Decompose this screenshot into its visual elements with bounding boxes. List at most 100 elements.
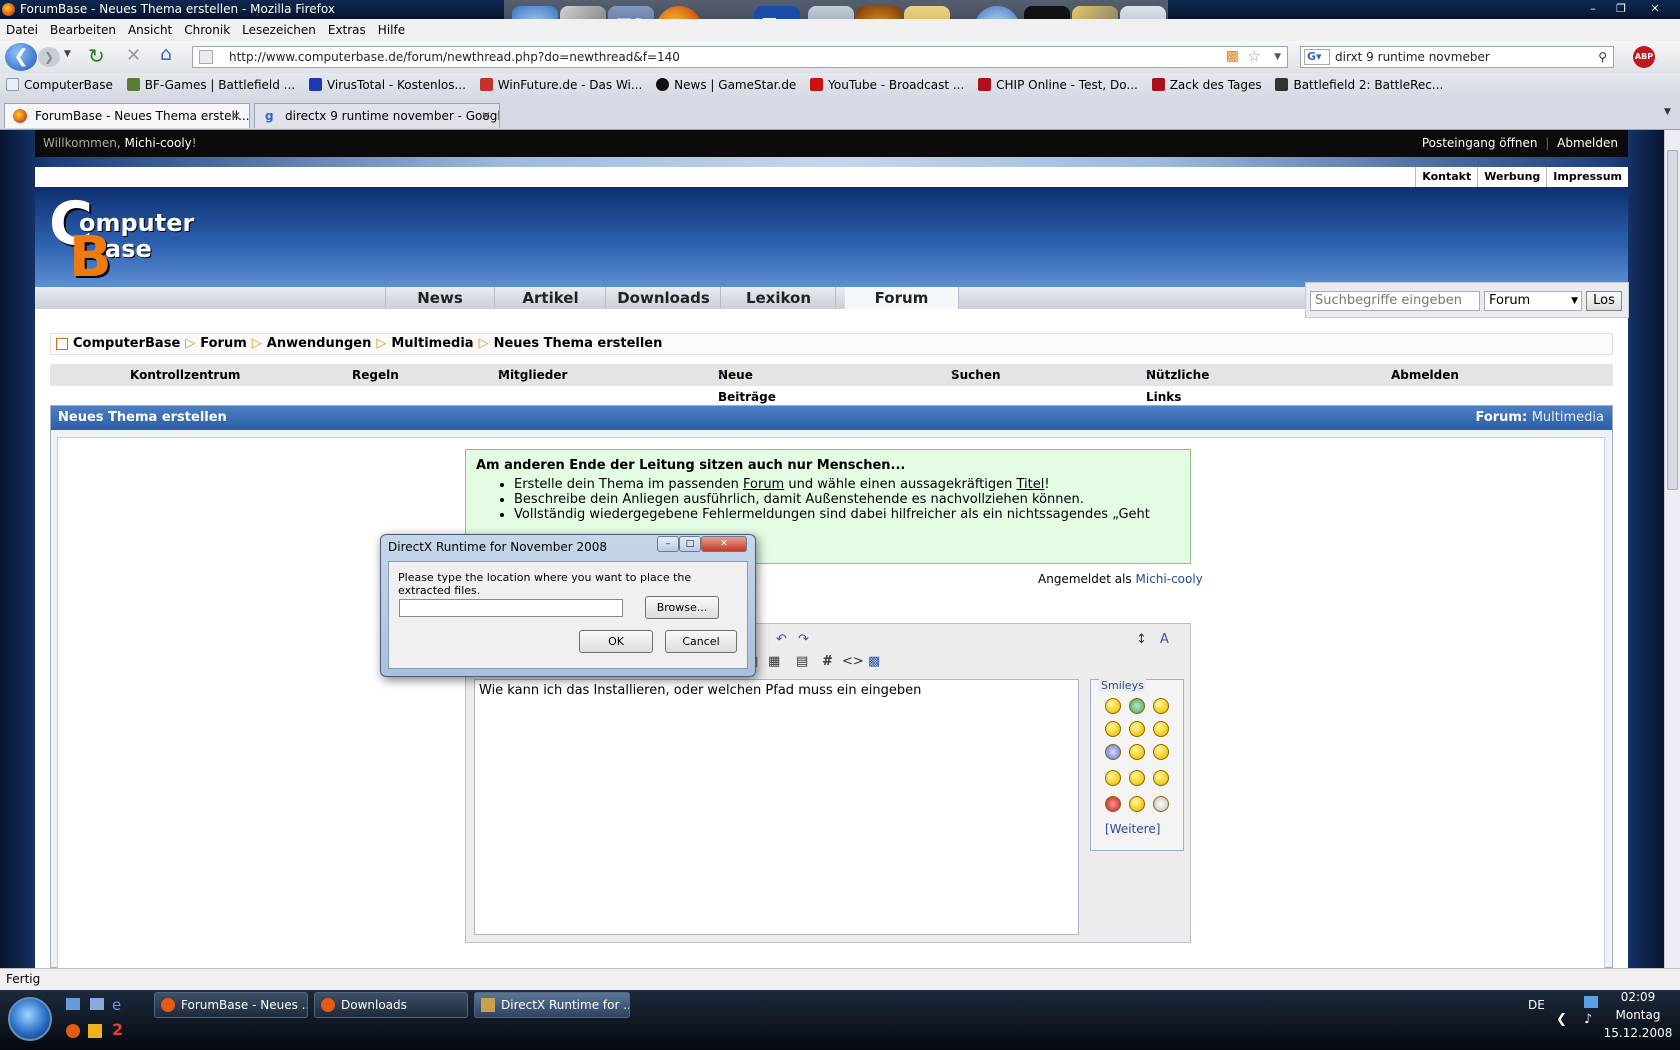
ie-icon[interactable]: e <box>112 996 121 1014</box>
panel-forum-link[interactable]: Multimedia <box>1532 410 1604 425</box>
smiley-icon[interactable] <box>1129 698 1145 714</box>
scrollbar-thumb[interactable] <box>1667 150 1678 490</box>
bookmark-item[interactable]: News | GameStar.de <box>656 73 796 97</box>
bookmark-star-icon[interactable]: ☆ <box>1248 46 1261 66</box>
bookmark-item[interactable]: BF-Games | Battlefield ... <box>126 73 295 97</box>
close-window-button[interactable]: ✕ <box>1646 2 1664 16</box>
ok-button[interactable]: OK <box>579 630 653 653</box>
imprint-link[interactable]: Impressum <box>1546 167 1628 187</box>
contact-link[interactable]: Kontakt <box>1415 167 1477 187</box>
resize-icon[interactable]: ↕ <box>1136 632 1147 647</box>
picture-icon[interactable]: ▦ <box>768 654 780 669</box>
smiley-icon[interactable] <box>1105 744 1121 760</box>
hash-icon[interactable]: # <box>822 654 833 669</box>
home-icon[interactable] <box>56 338 68 350</box>
quote-icon[interactable]: ▤ <box>796 654 808 669</box>
menu-extras[interactable]: Extras <box>328 23 366 37</box>
tab-list-icon[interactable]: ▼ <box>1664 107 1671 117</box>
advertising-link[interactable]: Werbung <box>1477 167 1546 187</box>
extract-path-input[interactable] <box>399 599 623 617</box>
welcome-username[interactable]: Michi-cooly <box>124 136 191 150</box>
maximize-button[interactable]: ❐ <box>1612 2 1630 16</box>
undo-icon[interactable]: ↶ <box>776 632 787 647</box>
tab-forumbase[interactable]: ForumBase - Neues Thema erstell... ✕ <box>4 103 250 128</box>
font-size-icon[interactable]: A <box>1160 632 1169 647</box>
menu-lesezeichen[interactable]: Lesezeichen <box>242 23 316 37</box>
smiley-icon[interactable] <box>1105 770 1121 786</box>
menu-hilfe[interactable]: Hilfe <box>378 23 405 37</box>
hint-forum-link[interactable]: Forum <box>743 477 784 492</box>
taskbar-item-directx[interactable]: DirectX Runtime for ... <box>474 992 630 1018</box>
back-button[interactable]: ❮ <box>5 43 37 71</box>
cancel-button[interactable]: Cancel <box>665 630 737 653</box>
bookmark-item[interactable]: Battlefield 2: BattleRec... <box>1275 73 1443 97</box>
url-dropdown-icon[interactable]: ▼ <box>1274 47 1281 67</box>
adblock-plus-icon[interactable]: ABP <box>1633 46 1655 68</box>
more-smileys-link[interactable]: [Weitere] <box>1105 822 1160 836</box>
bookmark-item[interactable]: YouTube - Broadcast ... <box>810 73 964 97</box>
taskbar-item-firefox[interactable]: ForumBase - Neues ... <box>154 992 308 1018</box>
system-clock[interactable]: 02:09 Montag 15.12.2008 <box>1596 990 1680 1040</box>
message-textarea[interactable]: Wie kann ich das Installieren, oder welc… <box>474 679 1079 935</box>
dialog-minimize-button[interactable]: – <box>657 536 679 552</box>
nav-forum[interactable]: Forum <box>845 287 959 309</box>
volume-icon[interactable]: ♪ <box>1584 1012 1592 1027</box>
breadcrumb-multimedia[interactable]: Multimedia <box>391 336 473 351</box>
url-bar[interactable]: http://www.computerbase.de/forum/newthre… <box>192 46 1288 68</box>
vertical-scrollbar[interactable] <box>1664 130 1680 968</box>
breadcrumb-computerbase[interactable]: ComputerBase <box>73 336 180 351</box>
search-icon[interactable]: ⚲ <box>1598 47 1607 67</box>
smiley-icon[interactable] <box>1153 796 1169 812</box>
code-icon[interactable]: <> <box>842 654 864 669</box>
site-search-button[interactable]: Los <box>1586 291 1622 311</box>
breadcrumb-anwendungen[interactable]: Anwendungen <box>267 336 372 351</box>
hint-title-link[interactable]: Titel <box>1017 477 1045 492</box>
smiley-icon[interactable] <box>1105 721 1121 737</box>
logout-link[interactable]: Abmelden <box>1557 136 1618 150</box>
stop-icon[interactable]: ✕ <box>126 45 141 66</box>
rss-icon[interactable]: ▩ <box>1226 46 1239 66</box>
smiley-icon[interactable] <box>1153 744 1169 760</box>
php-icon[interactable]: ▩ <box>868 654 880 669</box>
smiley-icon[interactable] <box>1153 698 1169 714</box>
nav-artikel[interactable]: Artikel <box>496 287 606 309</box>
smiley-icon[interactable] <box>1105 698 1121 714</box>
computerbase-logo[interactable]: C omputer B ase <box>49 189 199 290</box>
bookmark-item[interactable]: ComputerBase <box>6 73 113 97</box>
close-tab-icon[interactable]: ✕ <box>231 104 241 128</box>
site-search-scope-select[interactable]: Forum ▼ <box>1484 291 1582 311</box>
smiley-icon[interactable] <box>1129 721 1145 737</box>
logged-in-user-link[interactable]: Michi-cooly <box>1136 572 1203 586</box>
nav-downloads[interactable]: Downloads <box>607 287 721 309</box>
nav-kontrollzentrum[interactable]: Kontrollzentrum <box>130 364 240 386</box>
tray-expand-icon[interactable]: ❮ <box>1556 1012 1567 1027</box>
show-desktop-icon[interactable] <box>66 998 80 1010</box>
close-tab-icon[interactable]: ✕ <box>481 104 491 128</box>
redo-icon[interactable]: ↷ <box>798 632 809 647</box>
media-player-icon[interactable] <box>88 1024 102 1038</box>
reload-icon[interactable]: ↻ <box>88 44 105 68</box>
switch-windows-icon[interactable] <box>90 998 104 1010</box>
start-button[interactable] <box>8 997 52 1041</box>
app-quicklaunch-icon[interactable]: 2 <box>112 1020 123 1039</box>
home-icon[interactable]: ⌂ <box>160 43 172 65</box>
dialog-close-button[interactable]: ✕ <box>701 536 747 552</box>
nav-news[interactable]: News <box>385 287 495 309</box>
web-search-input[interactable]: G▾ dirxt 9 runtime novmeber ⚲ <box>1300 46 1614 68</box>
menu-ansicht[interactable]: Ansicht <box>128 23 172 37</box>
nav-regeln[interactable]: Regeln <box>352 364 399 386</box>
bookmark-item[interactable]: CHIP Online - Test, Do... <box>978 73 1138 97</box>
tab-google[interactable]: g directx 9 runtime november - Googl... ✕ <box>254 103 500 128</box>
firefox-quicklaunch-icon[interactable] <box>66 1024 80 1038</box>
site-search-input[interactable]: Suchbegriffe eingeben <box>1310 291 1480 311</box>
smiley-icon[interactable] <box>1153 721 1169 737</box>
menu-datei[interactable]: Datei <box>6 23 38 37</box>
nav-lexikon[interactable]: Lexikon <box>722 287 836 309</box>
bookmark-item[interactable]: WinFuture.de - Das Wi... <box>479 73 642 97</box>
smiley-icon[interactable] <box>1129 770 1145 786</box>
bookmark-item[interactable]: VirusTotal - Kostenlos... <box>308 73 466 97</box>
language-indicator[interactable]: DE <box>1528 998 1545 1012</box>
menu-bearbeiten[interactable]: Bearbeiten <box>50 23 116 37</box>
smiley-icon[interactable] <box>1105 796 1121 812</box>
inbox-link[interactable]: Posteingang öffnen <box>1422 136 1538 150</box>
